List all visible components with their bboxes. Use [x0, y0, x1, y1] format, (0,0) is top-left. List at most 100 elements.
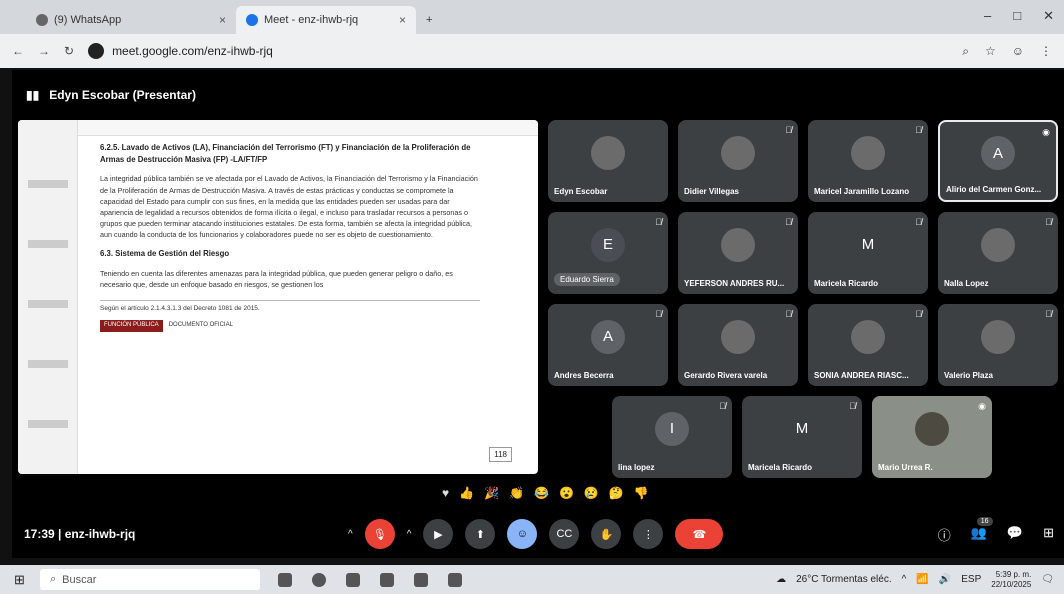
camera-toggle-button[interactable]: ▶	[423, 519, 454, 549]
bookmark-star-icon[interactable]: ☆	[985, 44, 996, 59]
close-window-icon[interactable]: ✕	[1043, 8, 1054, 24]
participant-tile[interactable]: ◉ Mario Urrea R.	[872, 396, 992, 478]
window-controls: – □ ✕	[984, 8, 1054, 24]
sad-reaction-icon[interactable]: 😢	[584, 486, 599, 500]
profile-icon[interactable]: ☺	[1012, 44, 1024, 59]
participant-tile[interactable]: 🎙̸ Valerio Plaza	[938, 304, 1058, 386]
heart-reaction-icon[interactable]: ♥	[442, 486, 449, 500]
volume-icon[interactable]: 🔊	[939, 574, 951, 585]
mic-options-icon[interactable]: ^	[348, 529, 353, 540]
laugh-reaction-icon[interactable]: 😂	[534, 486, 549, 500]
participant-avatar: E	[591, 227, 625, 262]
close-icon[interactable]: ×	[399, 13, 406, 27]
participant-tile[interactable]: 🎙̸ Gerardo Rivera varela	[678, 304, 798, 386]
forward-icon[interactable]: →	[38, 44, 50, 58]
more-options-button[interactable]: ⋮	[633, 519, 664, 549]
people-count: 16	[976, 516, 993, 526]
network-icon[interactable]: 📶	[916, 574, 928, 585]
maximize-icon[interactable]: □	[1013, 8, 1021, 24]
notifications-icon[interactable]: 🗨	[1041, 574, 1054, 585]
participant-name: Nalla Lopez	[944, 279, 989, 288]
clock-time: 5:39 p. m.	[995, 569, 1032, 579]
present-button[interactable]: ⬆	[465, 519, 496, 549]
participant-avatar: A	[591, 319, 625, 354]
mic-off-icon: 🎙̸	[719, 401, 726, 411]
url-field[interactable]: meet.google.com/enz-ihwb-rjq	[88, 43, 948, 59]
captions-button[interactable]: CC	[549, 519, 580, 549]
close-icon[interactable]: ×	[219, 13, 226, 27]
address-bar-row: ← → ↻ meet.google.com/enz-ihwb-rjq ⌕ ☆ ☺…	[0, 34, 1064, 68]
mic-toggle-button[interactable]: 🎙	[364, 519, 395, 549]
reload-icon[interactable]: ↻	[64, 44, 74, 58]
page-thumbnail	[28, 180, 68, 188]
clock[interactable]: 5:39 p. m. 22/10/2025	[991, 570, 1031, 589]
section-heading: 6.2.5. Lavado de Activos (LA), Financiac…	[100, 143, 471, 164]
camera-options-icon[interactable]: ^	[407, 529, 412, 540]
language-indicator[interactable]: ESP	[961, 574, 981, 585]
search-placeholder: Buscar	[62, 573, 97, 586]
tab-whatsapp[interactable]: (9) WhatsApp ×	[26, 6, 236, 34]
task-view-icon[interactable]	[278, 572, 292, 587]
store-icon[interactable]	[380, 572, 394, 587]
info-icon[interactable]: ⓘ	[938, 525, 951, 544]
file-explorer-icon[interactable]	[346, 572, 360, 587]
party-reaction-icon[interactable]: 🎉	[484, 486, 499, 500]
taskbar-search[interactable]: ⌕ Buscar	[40, 569, 260, 590]
participant-name: Didier Villegas	[684, 187, 739, 196]
participant-name: Eduardo Sierra	[554, 273, 620, 286]
participant-tile[interactable]: E 🎙̸ Eduardo Sierra	[548, 212, 668, 294]
participant-tile[interactable]: 🎙̸ YEFERSON ANDRES RU...	[678, 212, 798, 294]
participant-tile[interactable]: 🎙̸ SONIA ANDREA RIASC...	[808, 304, 928, 386]
participant-tile[interactable]: I 🎙̸ lina lopez	[612, 396, 732, 478]
participant-tile[interactable]: A 🎙̸ Andres Becerra	[548, 304, 668, 386]
participant-tile[interactable]: M 🎙̸ Maricela Ricardo	[808, 212, 928, 294]
clap-reaction-icon[interactable]: 👏	[509, 486, 524, 500]
participant-name: YEFERSON ANDRES RU...	[684, 279, 785, 288]
weather-text[interactable]: 26°C Tormentas eléc.	[796, 574, 892, 585]
participant-tile[interactable]: Edyn Escobar	[548, 120, 668, 202]
back-icon[interactable]: ←	[12, 44, 24, 58]
emoji-icon: ☺	[516, 528, 529, 540]
start-icon[interactable]: ⊞	[14, 572, 25, 588]
outlook-icon[interactable]	[414, 572, 428, 587]
tab-meet[interactable]: Meet - enz-ihwb-rjq ×	[236, 6, 416, 34]
participant-name: Maricel Jaramillo Lozano	[814, 187, 910, 196]
raise-hand-button[interactable]: ✋	[591, 519, 622, 549]
document-toolbar	[78, 120, 538, 136]
meet-window: ▮▮ Edyn Escobar (Presentar) 6.2.5. Lavad…	[12, 70, 1064, 558]
minimize-icon[interactable]: –	[984, 8, 991, 24]
brand-sub: DOCUMENTO OFICIAL	[168, 322, 233, 329]
presenter-bar: ▮▮ Edyn Escobar (Presentar)	[26, 88, 196, 102]
surprised-reaction-icon[interactable]: 😮	[559, 486, 574, 500]
presenter-label: Edyn Escobar (Presentar)	[49, 88, 196, 102]
activities-icon[interactable]: ⊞	[1043, 525, 1054, 544]
people-icon: 👥	[970, 524, 987, 540]
more-icon: ⋮	[642, 528, 654, 541]
zoom-icon[interactable]: ⌕	[962, 44, 969, 59]
participant-tile[interactable]: 🎙̸ Didier Villegas	[678, 120, 798, 202]
site-info-icon[interactable]	[88, 43, 105, 59]
participant-tile[interactable]: 🎙̸ Nalla Lopez	[938, 212, 1058, 294]
brand-label: FUNCIÓN PÚBLICA	[100, 320, 163, 332]
thinking-reaction-icon[interactable]: 🤔	[609, 486, 624, 500]
leave-call-button[interactable]: ☎	[675, 519, 724, 549]
reactions-bar: ♥ 👍 🎉 👏 😂 😮 😢 🤔 👎	[442, 486, 649, 500]
chrome-icon[interactable]	[312, 572, 326, 587]
participant-tile[interactable]: M 🎙̸ Maricela Ricardo	[742, 396, 862, 478]
tray-chevron-icon[interactable]: ^	[902, 574, 907, 585]
screen-share[interactable]: 6.2.5. Lavado de Activos (LA), Financiac…	[18, 120, 538, 474]
participant-tile[interactable]: 🎙̸ Maricel Jaramillo Lozano	[808, 120, 928, 202]
people-button[interactable]: 16 👥	[970, 516, 993, 544]
app-icon[interactable]	[448, 572, 462, 587]
participant-name: Maricela Ricardo	[748, 463, 813, 472]
thumbs-down-reaction-icon[interactable]: 👎	[634, 486, 649, 500]
mic-off-icon: 🎙̸	[1045, 309, 1052, 319]
menu-icon[interactable]: ⋮	[1040, 44, 1052, 59]
thumbs-up-reaction-icon[interactable]: 👍	[459, 486, 474, 500]
participant-tile[interactable]: A ◉ Alirio del Carmen Gonz...	[938, 120, 1058, 202]
participant-avatar: A	[981, 136, 1015, 171]
new-tab-button[interactable]: +	[416, 6, 442, 34]
reactions-button[interactable]: ☺	[507, 519, 538, 549]
present-icon: ⬆	[475, 528, 486, 541]
chat-icon[interactable]: 💬	[1007, 525, 1023, 544]
